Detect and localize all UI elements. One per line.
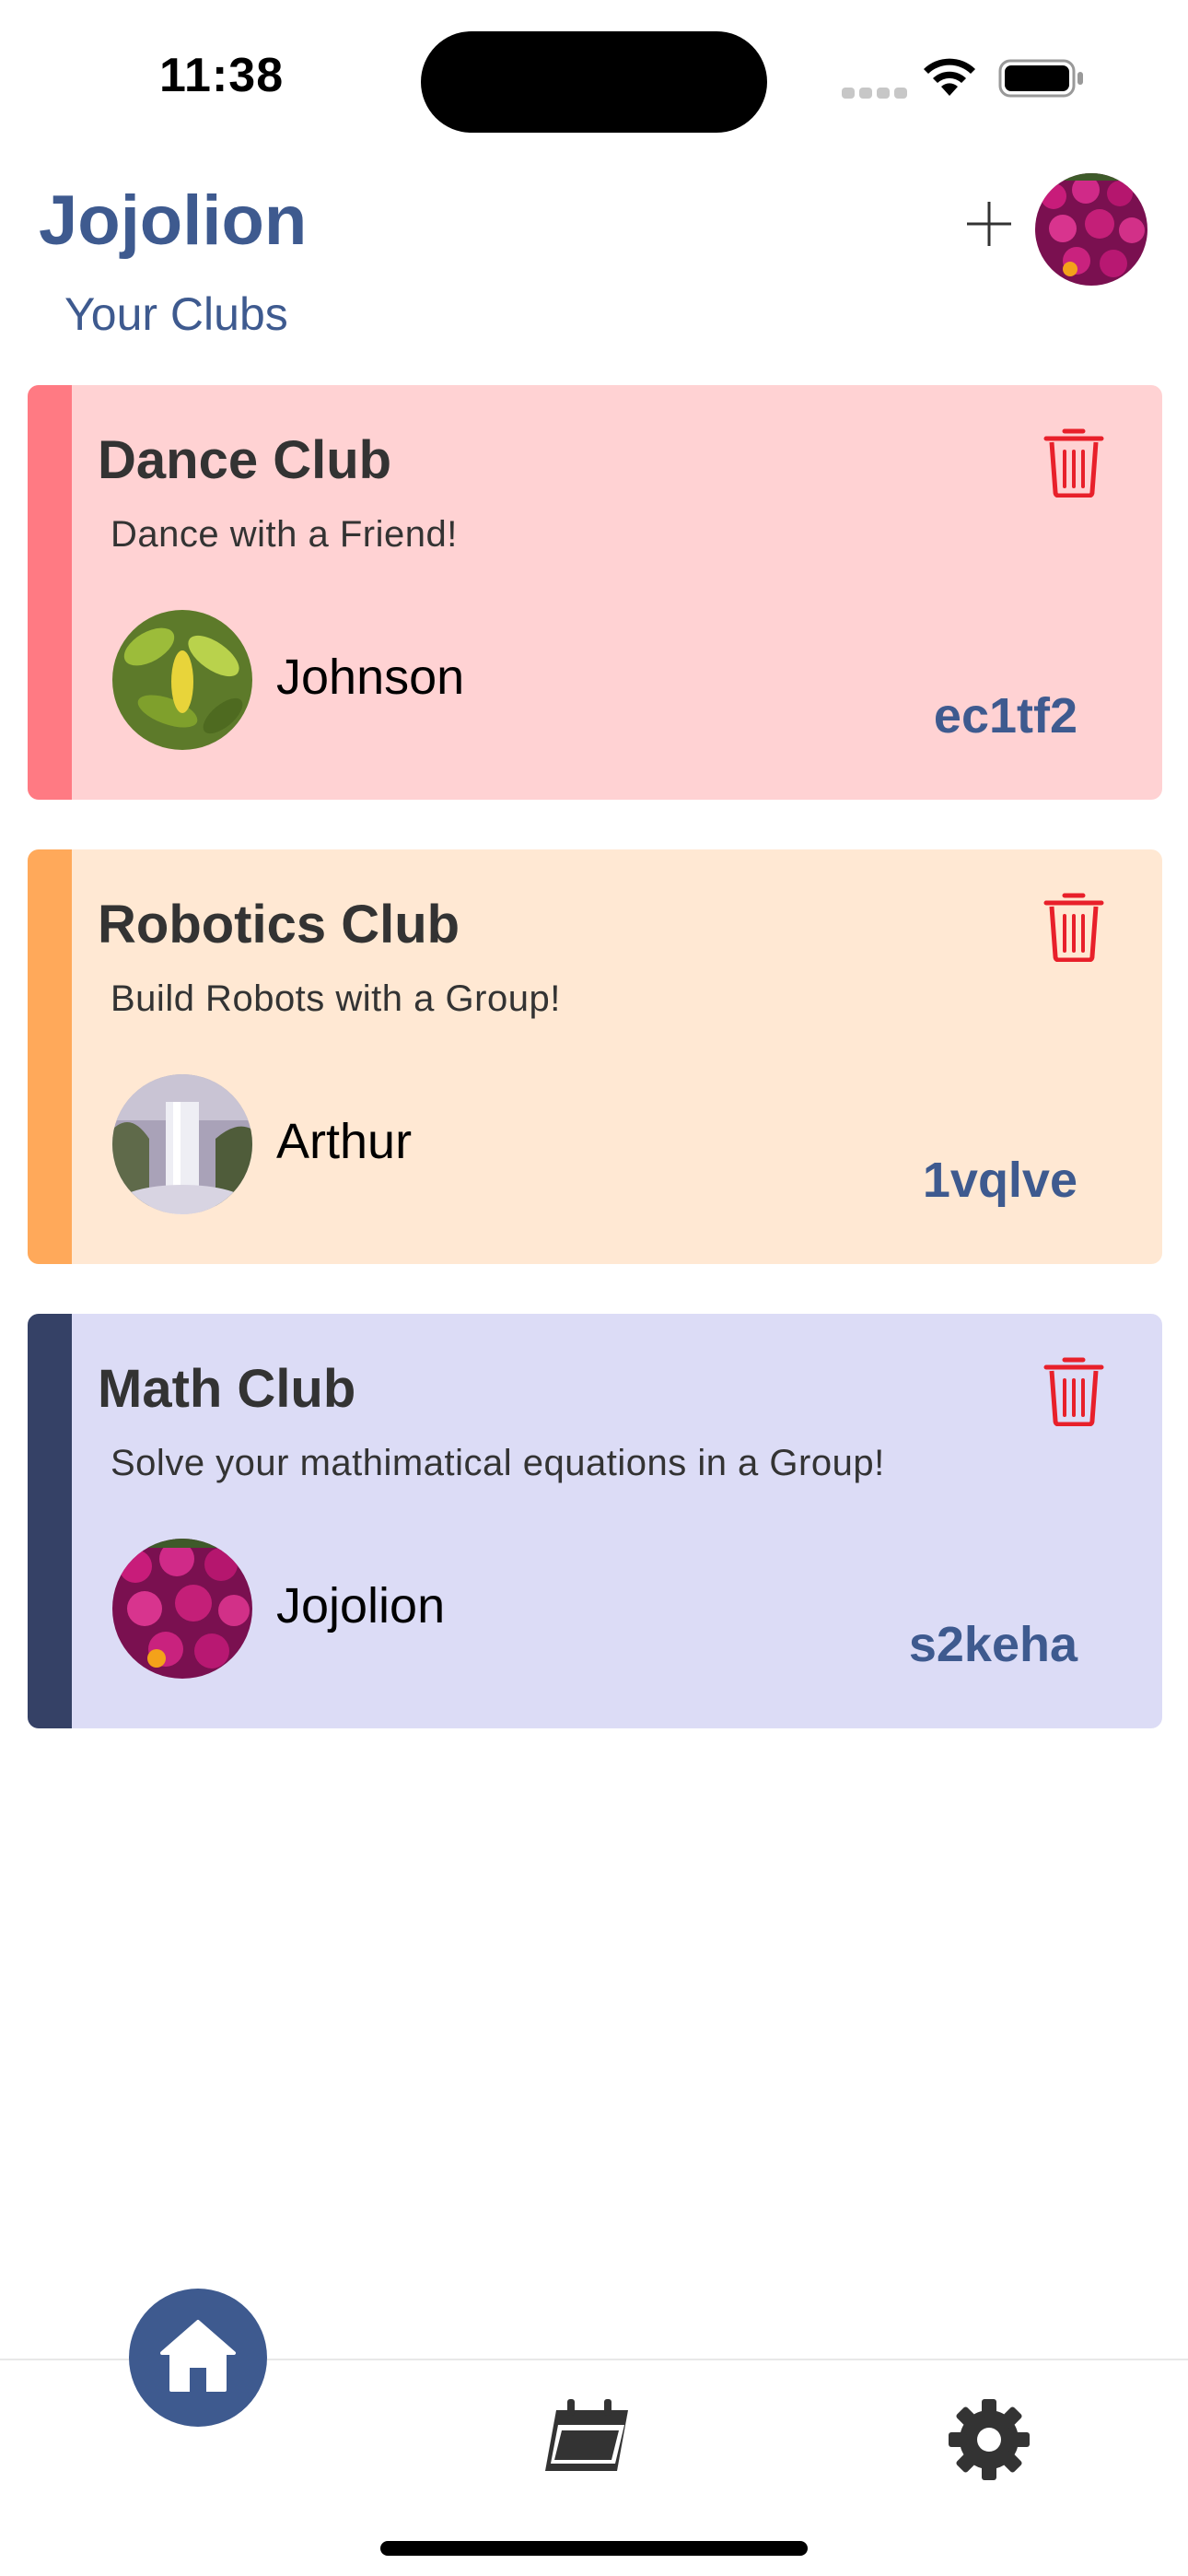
battery-icon [998,59,1083,98]
dynamic-island [421,31,767,133]
page-subtitle: Your Clubs [64,288,288,340]
club-code: ec1tf2 [933,688,1077,744]
owner-avatar [112,1539,252,1679]
trash-icon[interactable] [1041,424,1107,498]
home-indicator [380,2541,808,2556]
club-code: 1vqlve [922,1153,1077,1208]
owner-avatar [112,610,252,750]
club-description: Build Robots with a Group! [111,978,561,1019]
profile-avatar[interactable] [1035,173,1147,286]
club-description: Dance with a Friend! [111,514,458,555]
owner-name: Jojolion [276,1578,446,1633]
card-accent-stripe [28,849,72,1264]
plus-icon[interactable] [963,198,1015,250]
page-title: Jojolion [39,181,308,260]
tab-home[interactable] [129,2289,267,2427]
trash-icon[interactable] [1041,888,1107,962]
wifi-icon [924,58,975,96]
owner-name: Arthur [276,1114,413,1169]
club-name: Math Club [98,1359,356,1419]
club-code: s2keha [908,1617,1077,1672]
club-card[interactable]: Robotics Club Build Robots with a Group!… [28,849,1162,1264]
club-card[interactable]: Dance Club Dance with a Friend! Johnson … [28,385,1162,800]
owner-avatar [112,1074,252,1214]
trash-icon[interactable] [1041,1352,1107,1426]
card-accent-stripe [28,385,72,800]
card-accent-stripe [28,1314,72,1728]
club-description: Solve your mathimatical equations in a G… [111,1443,885,1483]
gear-icon[interactable] [945,2395,1033,2484]
home-icon [160,2320,236,2392]
status-time: 11:38 [159,49,285,102]
cellular-signal-icon [842,88,907,99]
club-name: Robotics Club [98,895,460,954]
calendar-icon[interactable] [543,2397,632,2476]
club-name: Dance Club [98,430,392,490]
owner-name: Johnson [276,650,465,705]
club-card[interactable]: Math Club Solve your mathimatical equati… [28,1314,1162,1728]
